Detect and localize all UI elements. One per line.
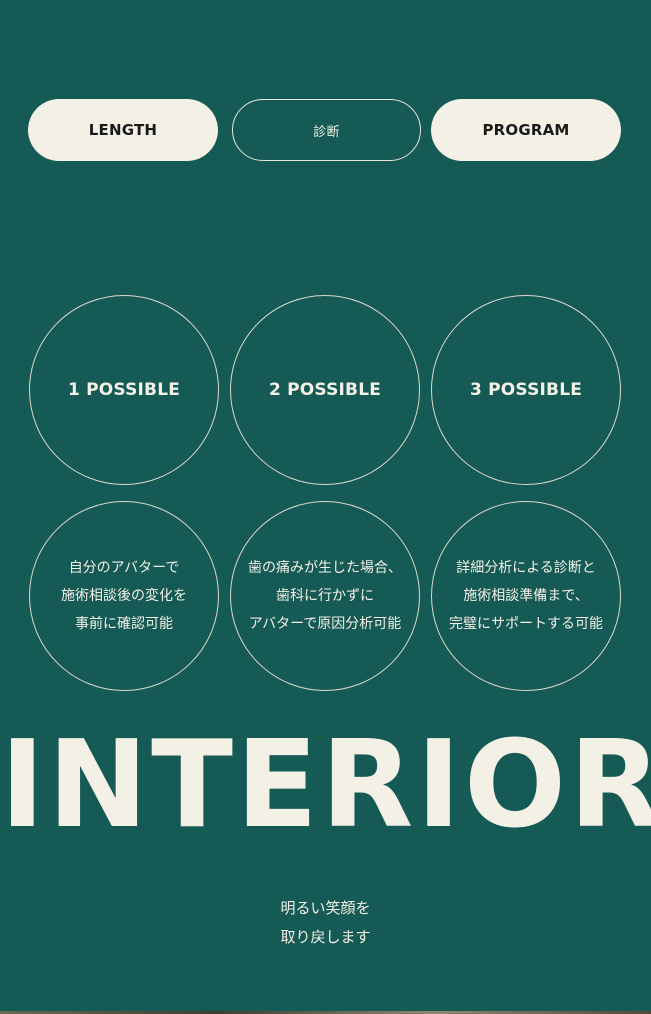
length-button-label: LENGTH (88, 121, 158, 139)
possible-2-title: 2 POSSIBLE (268, 380, 382, 400)
possible-1-title: 1 POSSIBLE (67, 380, 181, 400)
diagnosis-button-label: 診断 (313, 124, 340, 140)
diagnosis-button[interactable]: 診断 (232, 99, 421, 161)
possible-1-circle: 1 POSSIBLE (29, 295, 219, 485)
program-button[interactable]: PROGRAM (431, 99, 621, 161)
interior-tagline: 明るい笑顔を 取り戻します (280, 899, 371, 946)
possible-3-desc-circle: 詳細分析による診断と 施術相談準備まで、 完璧にサポートする可能 (431, 501, 621, 691)
possible-2-circle: 2 POSSIBLE (230, 295, 420, 485)
length-button[interactable]: LENGTH (28, 99, 218, 161)
possible-1-desc-circle: 自分のアバターで 施術相談後の変化を 事前に確認可能 (29, 501, 219, 691)
possible-3-description: 詳細分析による診断と 施術相談準備まで、 完璧にサポートする可能 (449, 560, 603, 632)
possible-2-description: 歯の痛みが生じた場合、 歯科に行かずに アバターで原因分析可能 (248, 560, 402, 632)
possible-3-circle: 3 POSSIBLE (431, 295, 621, 485)
interior-heading: INTERIOR (0, 716, 651, 855)
program-button-label: PROGRAM (482, 121, 570, 139)
possible-2-desc-circle: 歯の痛みが生じた場合、 歯科に行かずに アバターで原因分析可能 (230, 501, 420, 691)
possible-1-description: 自分のアバターで 施術相談後の変化を 事前に確認可能 (61, 560, 187, 632)
possible-3-title: 3 POSSIBLE (469, 380, 583, 400)
